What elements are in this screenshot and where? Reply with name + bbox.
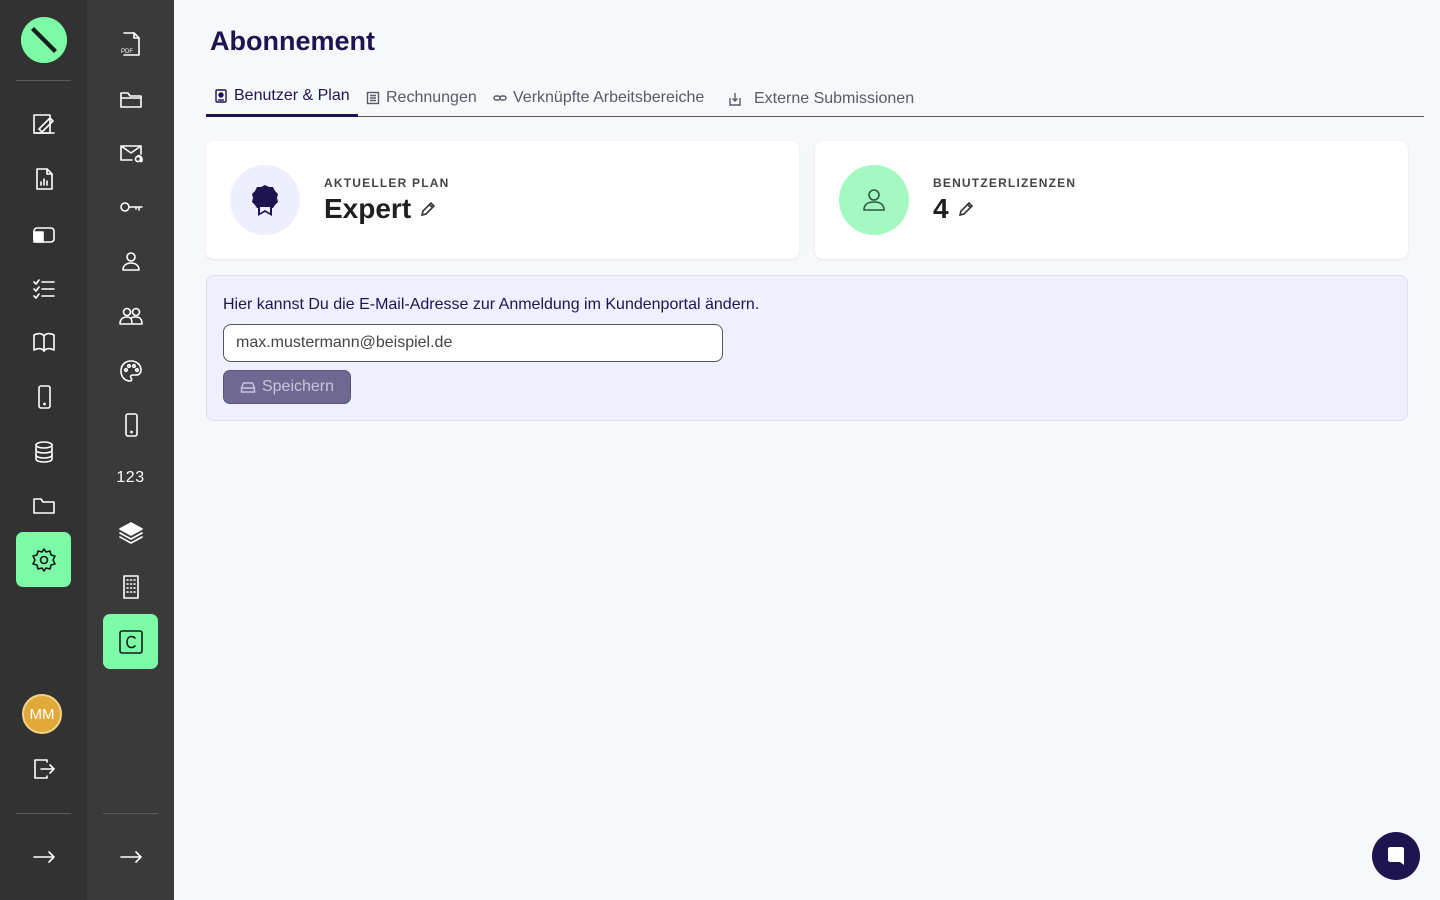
svg-text:PDF: PDF: [121, 49, 133, 55]
rail-divider: [103, 813, 158, 814]
email-hint: Hier kannst Du die E-Mail-Adresse zur An…: [223, 296, 760, 313]
palette-icon[interactable]: [103, 343, 158, 398]
plan-value: Expert: [324, 193, 412, 224]
logout-icon[interactable]: [16, 741, 71, 796]
user-icon: [839, 165, 909, 235]
licenses-value-row: 4: [933, 193, 975, 225]
user-licenses-card: BENUTZERLIZENZEN 4: [815, 141, 1408, 259]
edit-pencil-icon[interactable]: [957, 200, 975, 218]
checklist-icon[interactable]: [16, 260, 71, 315]
editor-icon[interactable]: [16, 96, 71, 151]
plan-label: AKTUELLER PLAN: [324, 176, 450, 190]
pdf-file-icon[interactable]: PDF: [103, 16, 158, 71]
save-label: Speichern: [261, 378, 335, 395]
expand-arrow-icon[interactable]: [16, 829, 71, 884]
link-icon: [493, 94, 507, 101]
licenses-value: 4: [933, 193, 949, 224]
tab-externe-submissionen[interactable]: Externe Submissionen: [728, 79, 914, 118]
email-change-panel: Hier kannst Du die E-Mail-Adresse zur An…: [206, 275, 1408, 421]
rail-divider: [16, 80, 71, 81]
app-logo[interactable]: [21, 17, 67, 63]
user-icon[interactable]: [103, 233, 158, 288]
document-chart-icon[interactable]: [16, 151, 71, 206]
main-content: Abonnement Benutzer & Plan Rechnungen Ve…: [174, 0, 1440, 900]
book-icon[interactable]: [16, 314, 71, 369]
building-icon[interactable]: [103, 559, 158, 614]
edit-pencil-icon[interactable]: [419, 200, 437, 218]
avatar-initials: MM: [29, 705, 55, 723]
rail-divider: [16, 813, 71, 814]
mail-at-icon[interactable]: [103, 125, 158, 180]
database-icon[interactable]: [16, 424, 71, 479]
expand-arrow-icon[interactable]: [103, 829, 158, 884]
tab-bar: Benutzer & Plan Rechnungen Verknüpfte Ar…: [206, 78, 1424, 117]
receipt-icon: [366, 91, 380, 104]
chat-bubble-icon: [1388, 847, 1404, 865]
page-title: Abonnement: [210, 26, 375, 56]
folder-icon[interactable]: [16, 477, 71, 532]
copyright-c-icon[interactable]: [103, 614, 158, 669]
tab-label: Benutzer & Plan: [234, 87, 350, 104]
tab-benutzer-plan[interactable]: Benutzer & Plan: [206, 78, 358, 117]
download-box-icon: [729, 92, 741, 106]
licenses-label: BENUTZERLIZENZEN: [933, 176, 1077, 190]
save-drive-icon: [240, 382, 256, 393]
id-badge-icon: [215, 89, 227, 103]
key-icon[interactable]: [103, 179, 158, 234]
folder-open-icon[interactable]: [103, 71, 158, 126]
chat-launcher-button[interactable]: [1372, 832, 1420, 880]
user-avatar[interactable]: MM: [22, 694, 62, 734]
tab-label: Verknüpfte Arbeitsbereiche: [513, 88, 705, 106]
primary-sidebar: MM: [0, 0, 87, 900]
current-plan-card: AKTUELLER PLAN Expert: [206, 141, 799, 259]
secondary-sidebar: PDF 123: [87, 0, 174, 900]
plan-value-row: Expert: [324, 193, 437, 225]
users-group-icon[interactable]: [103, 288, 158, 343]
tab-label: Rechnungen: [386, 88, 477, 106]
settings-gear-icon[interactable]: [16, 532, 71, 587]
tab-label: Externe Submissionen: [754, 89, 915, 107]
numbers-label: 123: [116, 468, 145, 486]
save-button[interactable]: Speichern: [223, 370, 351, 404]
tab-verknuepfte-arbeitsbereiche[interactable]: Verknüpfte Arbeitsbereiche: [493, 78, 704, 117]
mobile-icon[interactable]: [103, 397, 158, 452]
numbers-icon[interactable]: 123: [103, 450, 158, 505]
email-field[interactable]: [223, 324, 723, 362]
mobile-icon[interactable]: [16, 369, 71, 424]
tab-rechnungen[interactable]: Rechnungen: [366, 78, 477, 117]
inbox-icon[interactable]: [16, 206, 71, 261]
award-icon: [230, 165, 300, 235]
layers-icon[interactable]: [103, 505, 158, 560]
